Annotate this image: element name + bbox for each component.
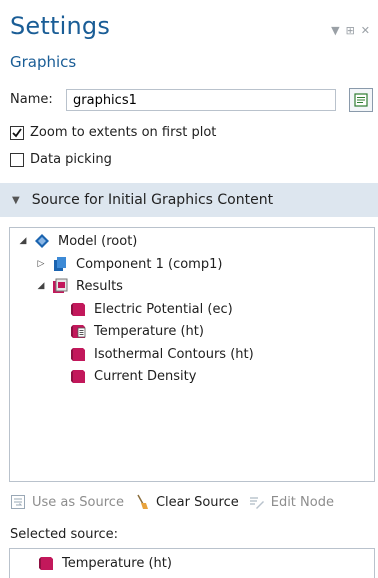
expand-collapsed-icon[interactable]: ▷ [36, 259, 46, 269]
tree-label-plot: Current Density [94, 368, 197, 384]
pin-icon[interactable]: ⊞ [346, 24, 355, 37]
expand-icon[interactable]: ◢ [18, 236, 28, 246]
plot-group-icon [39, 557, 53, 570]
tree-label-results: Results [76, 278, 123, 294]
edit-node-icon [249, 497, 264, 509]
label-icon [354, 93, 368, 107]
use-as-source-label: Use as Source [32, 494, 124, 510]
plot-group-icon [71, 370, 85, 383]
tree-node-model[interactable]: ◢ Model (root) [18, 233, 138, 249]
tree-node-results[interactable]: ◢ Results [36, 278, 123, 294]
zoom-to-extents-checkbox[interactable] [10, 125, 24, 140]
use-as-source-button[interactable]: Use as Source [10, 494, 124, 510]
panel-subtitle: Graphics [10, 53, 77, 71]
tree-node-plot[interactable]: Isothermal Contours (ht) [70, 346, 254, 362]
model-icon [35, 234, 49, 248]
data-picking-checkbox[interactable] [10, 152, 24, 167]
broom-icon [137, 494, 148, 509]
tree-label-plot: Electric Potential (ec) [94, 301, 233, 317]
selected-source-label: Selected source: [10, 527, 119, 542]
check-icon [12, 127, 22, 137]
collapse-icon: ▼ [12, 194, 20, 206]
selected-source-item[interactable]: Temperature (ht) [38, 555, 172, 571]
zoom-to-extents-label: Zoom to extents on first plot [30, 125, 217, 140]
edit-node-label: Edit Node [270, 494, 334, 510]
plot-group-icon [71, 348, 85, 361]
selected-source-box[interactable]: Temperature (ht) [9, 548, 375, 578]
results-icon [53, 278, 68, 293]
section-title: Source for Initial Graphics Content [31, 192, 274, 208]
data-picking-row[interactable]: Data picking [10, 152, 112, 167]
name-edit-button[interactable] [349, 88, 373, 112]
selected-source-value: Temperature (ht) [62, 555, 172, 571]
tree-label-component: Component 1 (comp1) [76, 256, 223, 272]
plot-group-icon [71, 303, 85, 316]
tree-node-plot[interactable]: Electric Potential (ec) [70, 301, 233, 317]
tree-node-plot[interactable]: Temperature (ht) [70, 323, 204, 339]
zoom-to-extents-row[interactable]: Zoom to extents on first plot [10, 125, 216, 140]
panel-title: Settings [10, 12, 111, 40]
clear-source-button[interactable]: Clear Source [134, 494, 239, 510]
source-tree[interactable]: ◢ Model (root) ▷ Component 1 (comp1) ◢ R… [9, 227, 375, 482]
close-icon[interactable]: ✕ [361, 24, 370, 37]
tree-label-model: Model (root) [58, 233, 138, 249]
tree-node-component[interactable]: ▷ Component 1 (comp1) [36, 256, 223, 272]
component-icon [54, 257, 66, 271]
plot-group-selected-icon [71, 325, 86, 338]
edit-node-button[interactable]: Edit Node [249, 494, 334, 510]
window-controls: ▼ ⊞ ✕ [331, 24, 370, 37]
clear-source-label: Clear Source [155, 494, 239, 510]
section-header[interactable]: ▼ Source for Initial Graphics Content [0, 183, 378, 217]
source-toolbar: Use as Source Clear Source Edit Node [10, 494, 334, 510]
data-picking-label: Data picking [30, 152, 112, 167]
name-input[interactable] [66, 89, 336, 111]
expand-icon[interactable]: ◢ [36, 281, 46, 291]
tree-label-plot: Isothermal Contours (ht) [94, 346, 254, 362]
dropdown-icon[interactable]: ▼ [331, 24, 339, 37]
tree-node-plot[interactable]: Current Density [70, 368, 196, 384]
tree-label-plot: Temperature (ht) [94, 323, 204, 339]
use-as-source-icon [11, 495, 25, 509]
name-label: Name: [10, 92, 53, 107]
